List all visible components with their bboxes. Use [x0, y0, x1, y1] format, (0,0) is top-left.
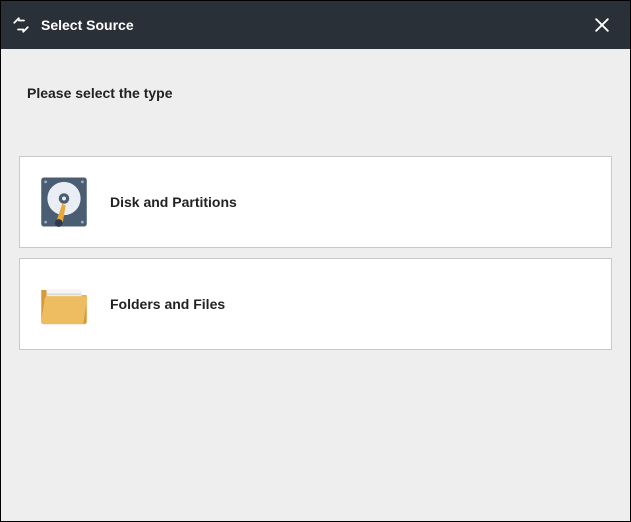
- prompt-text: Please select the type: [27, 85, 612, 101]
- option-label: Folders and Files: [110, 296, 225, 312]
- option-label: Disk and Partitions: [110, 194, 237, 210]
- folder-icon: [34, 274, 94, 334]
- close-button[interactable]: [582, 5, 622, 45]
- titlebar: Select Source: [1, 1, 630, 49]
- dialog-content: Please select the type Disk and Partitio…: [1, 49, 630, 521]
- app-arrows-icon: [11, 15, 31, 35]
- window-title: Select Source: [41, 17, 582, 33]
- close-icon: [592, 15, 612, 35]
- option-folders-and-files[interactable]: Folders and Files: [19, 258, 612, 350]
- dialog-window: Select Source Please select the type: [0, 0, 631, 522]
- option-disk-and-partitions[interactable]: Disk and Partitions: [19, 156, 612, 248]
- hard-disk-icon: [34, 172, 94, 232]
